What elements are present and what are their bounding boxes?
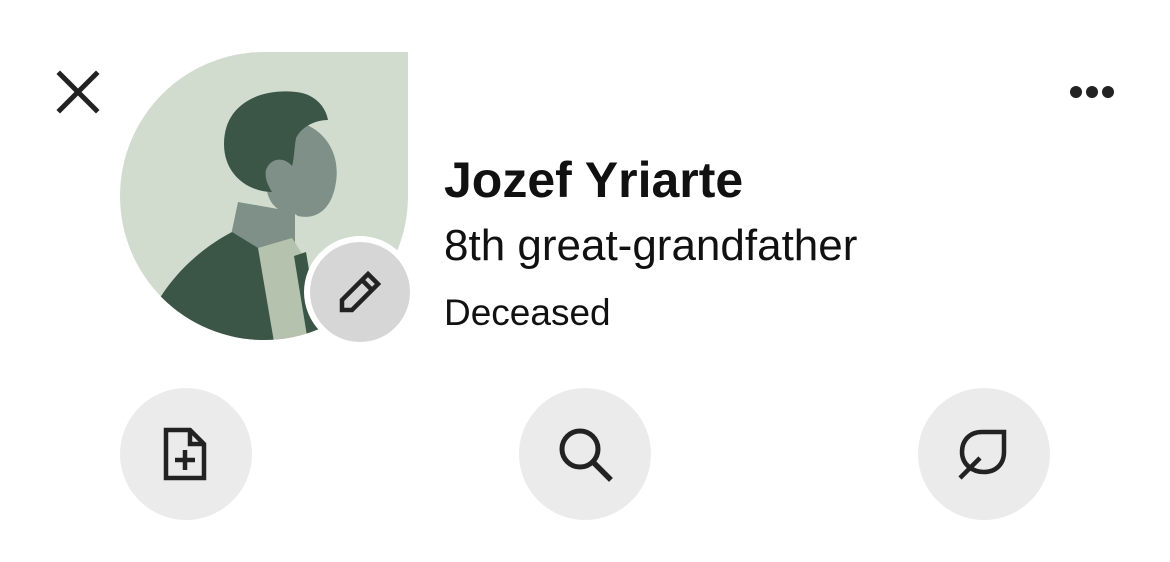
close-icon xyxy=(56,70,100,114)
search-icon xyxy=(556,425,614,483)
person-name: Jozef Yriarte xyxy=(444,152,744,208)
search-button[interactable] xyxy=(519,388,651,520)
close-button[interactable] xyxy=(52,66,104,118)
add-record-icon xyxy=(162,426,210,482)
more-options-button[interactable] xyxy=(1060,70,1124,114)
add-record-button[interactable] xyxy=(120,388,252,520)
status-label: Deceased xyxy=(444,292,611,333)
hints-button[interactable] xyxy=(918,388,1050,520)
pencil-icon xyxy=(336,268,384,316)
leaf-hint-icon xyxy=(956,426,1012,482)
relationship-label: 8th great-grandfather xyxy=(444,221,858,270)
more-horizontal-icon xyxy=(1070,84,1114,100)
edit-photo-button[interactable] xyxy=(310,242,410,342)
